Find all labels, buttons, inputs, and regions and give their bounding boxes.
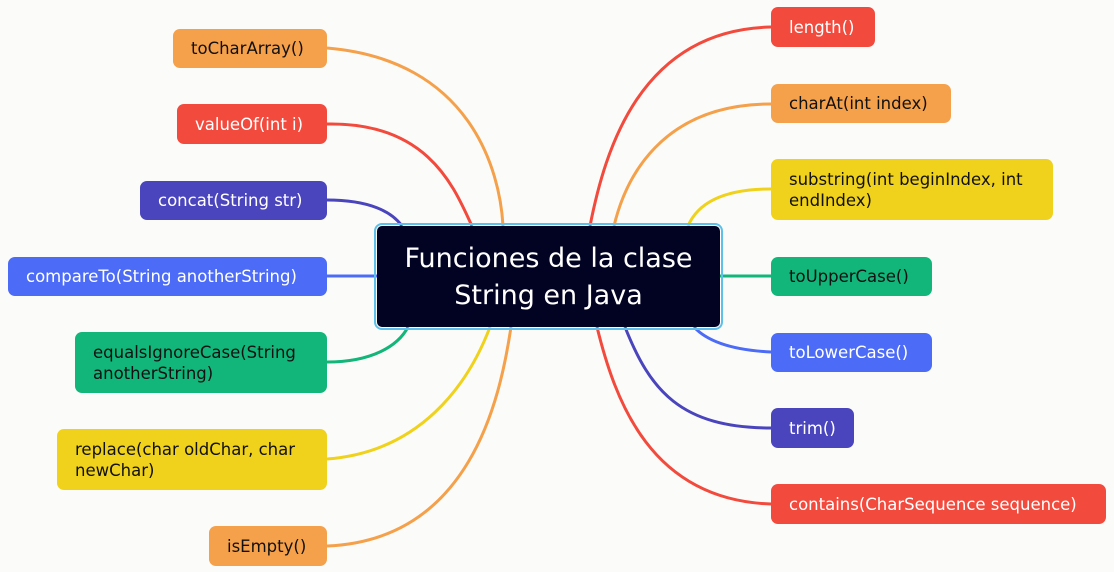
node-length[interactable]: length() xyxy=(771,7,875,47)
node-label: toUpperCase() xyxy=(789,267,909,286)
node-label: concat(String str) xyxy=(158,191,303,210)
connector-equalsIgnoreCase xyxy=(326,326,410,364)
node-substring[interactable]: substring(int beginIndex, int endIndex) xyxy=(771,159,1053,220)
node-toLowerCase[interactable]: toLowerCase() xyxy=(771,333,932,372)
node-label: toLowerCase() xyxy=(789,343,909,362)
node-label: trim() xyxy=(789,418,836,438)
connector-to-charArray xyxy=(326,46,505,227)
node-label: valueOf(int i) xyxy=(195,114,304,134)
connector-contains xyxy=(595,326,772,506)
node-label: replace(char oldChar, char newChar) xyxy=(75,439,296,480)
node-label: charAt(int index) xyxy=(789,94,928,113)
connector-toLowerCase xyxy=(692,325,772,354)
node-isEmpty[interactable]: isEmpty() xyxy=(209,526,327,566)
node-toCharArray[interactable]: toCharArray() xyxy=(173,29,327,68)
node-trim[interactable]: trim() xyxy=(771,408,854,448)
mind-map: Funciones de la clase String en Java toC… xyxy=(0,0,1114,572)
connector-trim xyxy=(623,326,772,430)
node-label: equalsIgnoreCase(String anotherString) xyxy=(93,342,296,383)
node-valueOf[interactable]: valueOf(int i) xyxy=(177,104,327,144)
central-topic[interactable]: Funciones de la clase String en Java xyxy=(374,223,723,330)
connector-replace xyxy=(326,326,492,461)
node-replace[interactable]: replace(char oldChar, char newChar) xyxy=(57,429,327,490)
connector-valueOf xyxy=(326,122,474,227)
node-label: length() xyxy=(789,17,855,37)
node-label: substring(int beginIndex, int endIndex) xyxy=(789,169,1023,210)
connector-charAt xyxy=(612,102,772,227)
node-contains[interactable]: contains(CharSequence sequence) xyxy=(771,484,1106,524)
central-topic-title: Funciones de la clase String en Java xyxy=(404,242,693,311)
node-toUpperCase[interactable]: toUpperCase() xyxy=(771,257,932,296)
node-label: isEmpty() xyxy=(227,536,307,556)
node-label: contains(CharSequence sequence) xyxy=(789,494,1077,514)
connector-concat xyxy=(326,198,404,227)
node-equalsIgnoreCase[interactable]: equalsIgnoreCase(String anotherString) xyxy=(75,332,327,393)
connector-substring xyxy=(686,187,772,227)
node-label: compareTo(String anotherString) xyxy=(26,267,297,286)
node-charAt[interactable]: charAt(int index) xyxy=(771,84,951,123)
node-concat[interactable]: concat(String str) xyxy=(140,181,327,220)
node-compareTo[interactable]: compareTo(String anotherString) xyxy=(8,257,327,296)
node-label: toCharArray() xyxy=(191,39,304,58)
